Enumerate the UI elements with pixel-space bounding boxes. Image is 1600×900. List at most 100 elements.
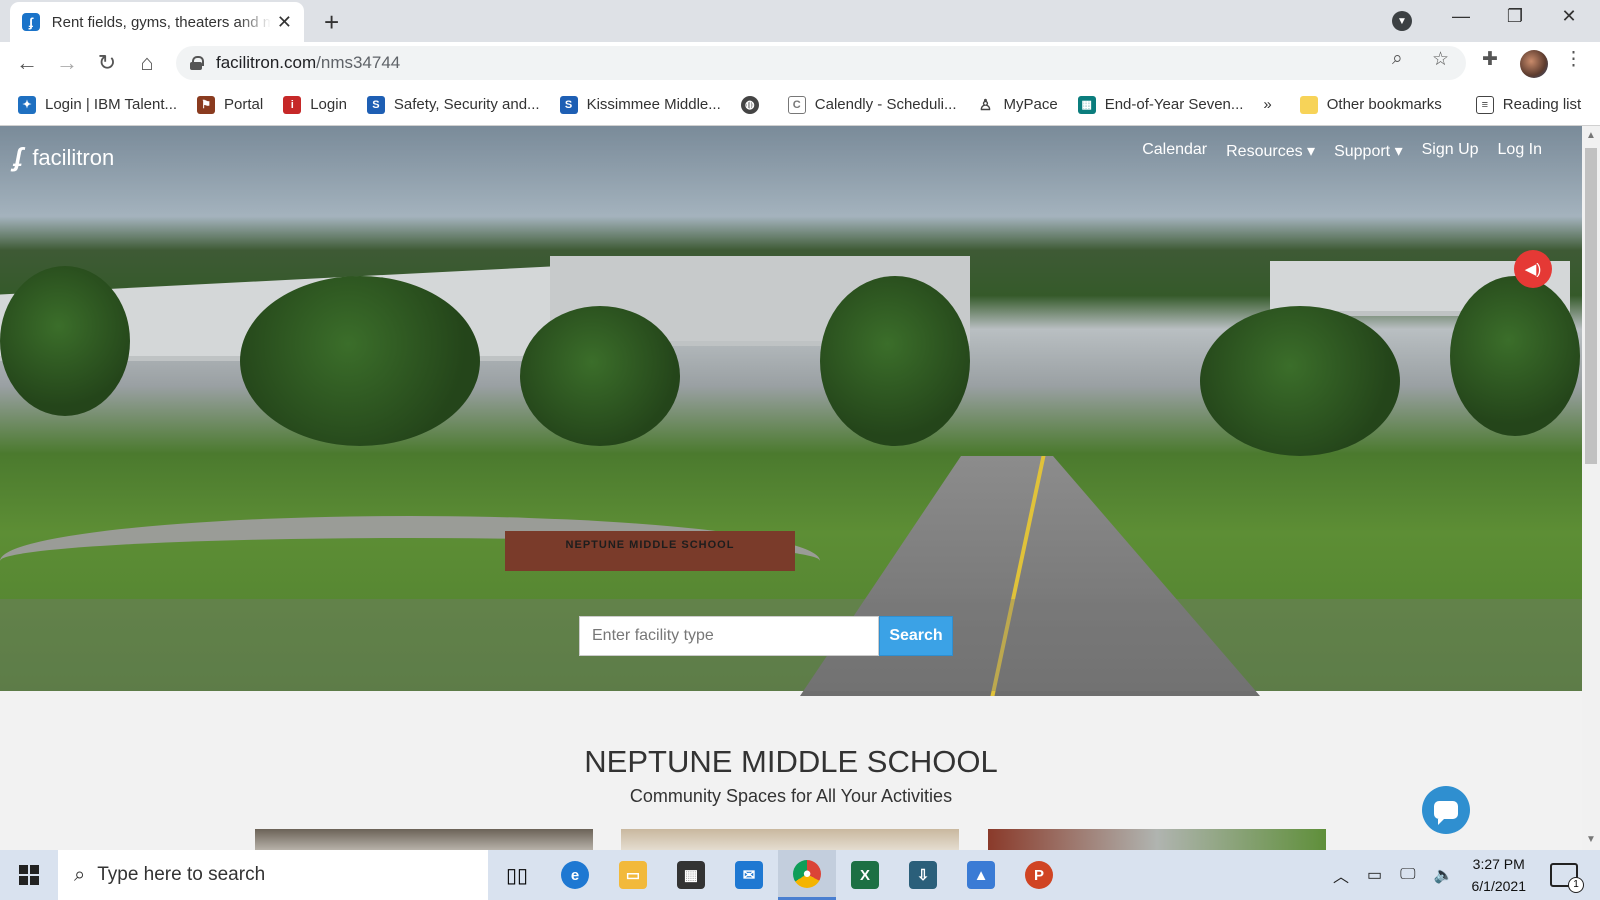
battery-icon[interactable]: ▭ xyxy=(1367,865,1382,885)
bookmark-label: Login xyxy=(310,96,347,113)
minimize-icon[interactable]: — xyxy=(1438,6,1484,27)
bookmark-icon: ✦ xyxy=(18,95,36,114)
facility-card-image[interactable] xyxy=(255,829,593,850)
volume-icon[interactable]: 🔈 xyxy=(1434,865,1454,885)
mail-icon[interactable]: ✉ xyxy=(720,850,778,900)
bookmark-label: Portal xyxy=(224,96,264,113)
photos-icon[interactable]: ▲ xyxy=(952,850,1010,900)
scroll-thumb[interactable] xyxy=(1585,148,1597,464)
bookmark-calendly[interactable]: C Calendly - Scheduli... xyxy=(787,95,957,114)
bookmark-icon: i xyxy=(283,95,302,114)
facilitron-logo[interactable]: ʄ facilitron xyxy=(14,142,114,173)
bookmark-label: MyPace xyxy=(1003,96,1058,113)
notification-count: 1 xyxy=(1568,877,1584,893)
profile-avatar[interactable] xyxy=(1520,50,1548,78)
tree xyxy=(0,266,130,416)
home-icon[interactable]: ⌂ xyxy=(134,50,160,76)
more-bookmarks-button[interactable]: » xyxy=(1263,96,1271,113)
site-nav: Calendar Resources ▾ Support ▾ Sign Up L… xyxy=(1123,141,1542,161)
nav-sign-up[interactable]: Sign Up xyxy=(1422,141,1479,161)
mute-sound-icon[interactable]: ◀) xyxy=(1514,250,1552,288)
nav-calendar[interactable]: Calendar xyxy=(1142,141,1207,161)
reading-list-icon: ≡ xyxy=(1475,95,1494,114)
store-icon[interactable]: ▦ xyxy=(662,850,720,900)
clock-date: 6/1/2021 xyxy=(1471,878,1527,894)
bookmark-globe[interactable]: ◍ xyxy=(740,95,768,114)
forward-icon[interactable]: → xyxy=(54,50,80,76)
scroll-down-icon[interactable]: ▼ xyxy=(1582,834,1600,845)
chat-icon[interactable] xyxy=(1422,786,1470,834)
bookmark-safety[interactable]: S Safety, Security and... xyxy=(366,95,540,114)
bookmark-mypace[interactable]: ♙ MyPace xyxy=(976,95,1058,114)
tree xyxy=(240,276,480,446)
start-button[interactable] xyxy=(0,850,58,900)
app-icon[interactable]: ⇩ xyxy=(894,850,952,900)
other-bookmarks[interactable]: Other bookmarks xyxy=(1299,95,1442,114)
lock-icon[interactable] xyxy=(190,56,204,70)
restore-icon[interactable]: ❐ xyxy=(1492,6,1538,27)
excel-icon[interactable]: X xyxy=(836,850,894,900)
task-view-icon[interactable]: ▯▯ xyxy=(488,850,546,900)
nav-support[interactable]: Support ▾ xyxy=(1334,141,1403,161)
browser-toolbar: ← → ↻ ⌂ facilitron.com /nms34744 ⌕ ☆ ✚ ⋮ xyxy=(0,42,1600,84)
taskbar-search[interactable]: ⌕ Type here to search xyxy=(58,850,488,900)
facility-search-input[interactable] xyxy=(579,616,879,656)
search-icon: ⌕ xyxy=(74,863,86,886)
reading-list[interactable]: ≡ Reading list xyxy=(1475,95,1581,114)
tree xyxy=(520,306,680,446)
browser-tab[interactable]: ʄ Rent fields, gyms, theaters and more ✕ xyxy=(10,2,304,42)
bookmark-label: Safety, Security and... xyxy=(393,96,540,113)
tab-close-icon[interactable]: ✕ xyxy=(277,12,292,33)
bookmark-portal[interactable]: ⚑ Portal xyxy=(197,95,264,114)
globe-icon: ◍ xyxy=(740,95,759,114)
extensions-icon[interactable]: ✚ xyxy=(1482,48,1498,71)
tab-title: Rent fields, gyms, theaters and more xyxy=(51,13,271,31)
nav-resources[interactable]: Resources ▾ xyxy=(1226,141,1315,161)
facility-card-image[interactable] xyxy=(621,829,959,850)
clock[interactable]: 3:27 PM 6/1/2021 xyxy=(1472,853,1527,897)
page-scrollbar[interactable]: ▲ ▼ xyxy=(1582,126,1600,850)
tab-strip: ʄ Rent fields, gyms, theaters and more ✕… xyxy=(0,0,1600,42)
bookmark-label: Calendly - Scheduli... xyxy=(814,96,957,113)
chrome-icon[interactable]: ● xyxy=(778,850,836,900)
tab-search-icon[interactable]: ▼ xyxy=(1392,11,1412,31)
back-icon[interactable]: ← xyxy=(14,50,40,76)
notification-icon[interactable]: 1 xyxy=(1550,863,1584,893)
web-page: NEPTUNE MIDDLE SCHOOL ʄ facilitron Calen… xyxy=(0,126,1582,850)
chevron-up-icon[interactable]: ︿ xyxy=(1333,863,1349,887)
address-bar[interactable]: facilitron.com /nms34744 xyxy=(176,46,1466,80)
scroll-up-icon[interactable]: ▲ xyxy=(1582,130,1600,141)
bookmark-end-of-year[interactable]: ▦ End-of-Year Seven... xyxy=(1077,95,1243,114)
windows-taskbar: ⌕ Type here to search ▯▯ e ▭ ▦ ✉ ● X ⇩ ▲… xyxy=(0,850,1600,900)
reload-icon[interactable]: ↻ xyxy=(94,50,120,76)
bookmark-kissimmee[interactable]: S Kissimmee Middle... xyxy=(559,95,721,114)
url-host: facilitron.com xyxy=(216,53,317,72)
menu-icon[interactable]: ⋮ xyxy=(1564,48,1583,71)
bookmark-ibm-talent[interactable]: ✦ Login | IBM Talent... xyxy=(18,95,178,114)
bookmark-icon: S xyxy=(366,95,385,114)
edge-icon[interactable]: e xyxy=(546,850,604,900)
tree xyxy=(1450,276,1580,436)
bookmark-icon: C xyxy=(787,95,806,114)
bookmarks-bar: ✦ Login | IBM Talent... ⚑ Portal i Login SS… xyxy=(0,84,1600,126)
bookmark-star-icon[interactable]: ☆ xyxy=(1432,48,1449,71)
powerpoint-icon[interactable]: P xyxy=(1010,850,1068,900)
runner-icon: ♙ xyxy=(976,95,995,114)
bookmark-label: Login | IBM Talent... xyxy=(45,96,178,113)
search-button[interactable]: Search xyxy=(879,616,953,656)
bookmark-icon: ⚑ xyxy=(197,95,216,114)
tree xyxy=(1200,306,1400,456)
new-tab-icon[interactable]: + xyxy=(324,7,339,38)
windows-logo-icon xyxy=(19,865,39,885)
bookmark-label: Kissimmee Middle... xyxy=(586,96,721,113)
close-window-icon[interactable]: ✕ xyxy=(1546,6,1592,27)
file-explorer-icon[interactable]: ▭ xyxy=(604,850,662,900)
network-icon[interactable]: 🖵 xyxy=(1400,866,1415,884)
bookmark-label: Other bookmarks xyxy=(1326,96,1442,113)
facility-card-image[interactable] xyxy=(988,829,1326,850)
url-path: /nms34744 xyxy=(316,53,401,72)
bookmark-login[interactable]: i Login xyxy=(283,95,347,114)
folder-icon xyxy=(1299,95,1318,114)
nav-log-in[interactable]: Log In xyxy=(1498,141,1542,161)
zoom-icon[interactable]: ⌕ xyxy=(1392,48,1403,70)
